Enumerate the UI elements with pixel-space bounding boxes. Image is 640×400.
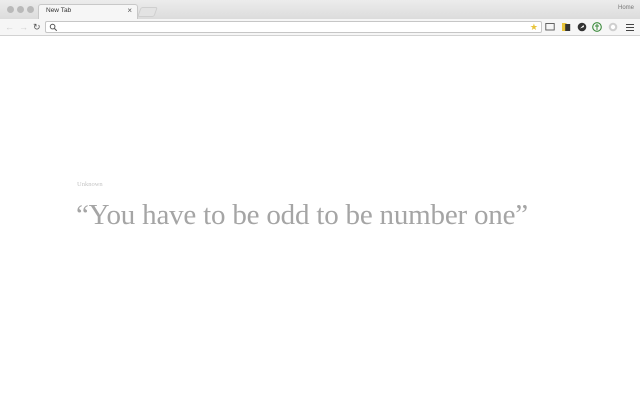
browser-toolbar: ← → ↻ ★ xyxy=(0,19,640,36)
forward-button[interactable]: → xyxy=(19,21,28,33)
tab-close-icon[interactable]: × xyxy=(127,6,132,16)
title-bar: New Tab × Home xyxy=(0,0,640,19)
minimize-window-button[interactable] xyxy=(17,6,24,13)
menu-line xyxy=(626,26,634,28)
new-tab-button[interactable] xyxy=(137,7,158,17)
tab-title: New Tab xyxy=(46,7,72,14)
back-button[interactable]: ← xyxy=(5,21,14,33)
tab-new-tab[interactable]: New Tab × xyxy=(38,4,138,19)
extension-icon[interactable] xyxy=(592,22,602,32)
search-icon xyxy=(49,23,58,32)
quote-author: Unknown xyxy=(77,181,103,188)
extension-icon[interactable] xyxy=(577,22,587,32)
menu-icon[interactable] xyxy=(626,22,634,32)
maximize-window-button[interactable] xyxy=(27,6,34,13)
address-input[interactable] xyxy=(60,22,520,32)
extension-icon[interactable] xyxy=(561,22,571,32)
menu-line xyxy=(626,23,634,25)
profile-name[interactable]: Home xyxy=(618,5,634,11)
quote-text: “You have to be odd to be number one” xyxy=(76,199,528,231)
cast-icon[interactable] xyxy=(545,22,555,32)
reload-button[interactable]: ↻ xyxy=(33,21,41,33)
extension-icon[interactable] xyxy=(608,22,618,32)
address-bar[interactable]: ★ xyxy=(45,21,542,33)
bookmark-star-icon[interactable]: ★ xyxy=(530,22,538,32)
close-window-button[interactable] xyxy=(7,6,14,13)
menu-line xyxy=(626,29,634,31)
